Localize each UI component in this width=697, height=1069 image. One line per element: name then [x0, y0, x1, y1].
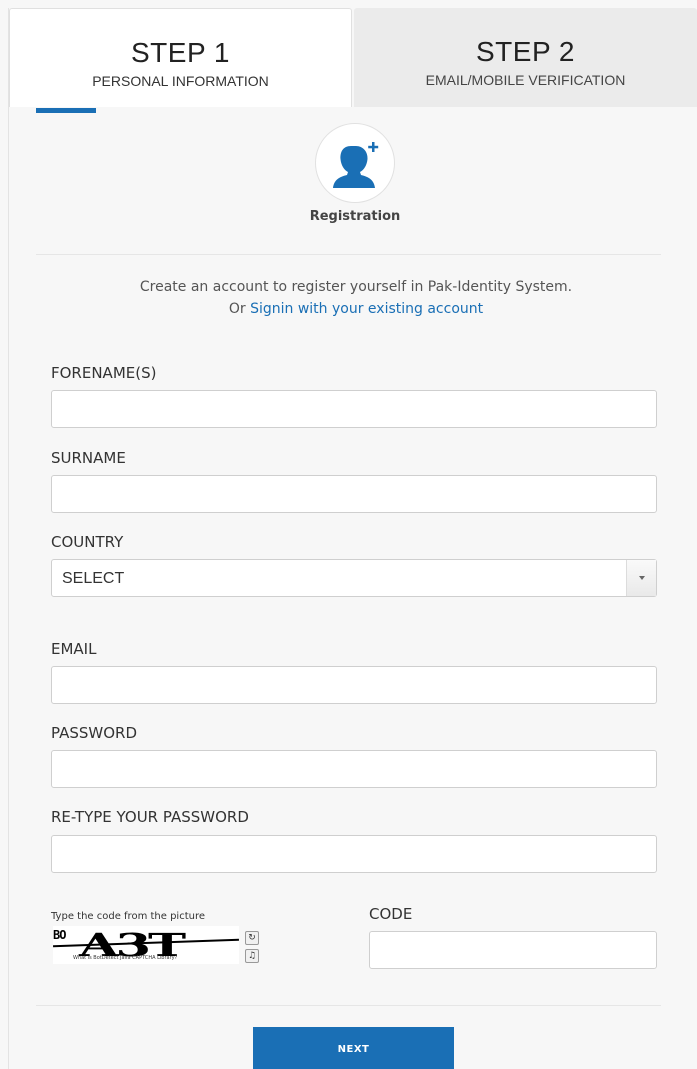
- divider: [36, 254, 661, 255]
- surname-input[interactable]: [51, 475, 657, 513]
- intro-text: Create an account to register yourself i…: [36, 276, 676, 320]
- email-input[interactable]: [51, 666, 657, 704]
- retype-password-input[interactable]: [51, 835, 657, 873]
- tab-step-2[interactable]: STEP 2 EMAIL/MOBILE VERIFICATION: [354, 8, 697, 107]
- captcha-image: BO A3T What is BotDetect Java CAPTCHA Li…: [53, 926, 239, 964]
- chevron-down-icon: [639, 576, 645, 580]
- reload-icon[interactable]: ↻: [245, 931, 259, 945]
- retype-password-label: RE-TYPE YOUR PASSWORD: [51, 808, 249, 826]
- password-input[interactable]: [51, 750, 657, 788]
- tab-step-1-title: STEP 1: [131, 37, 230, 68]
- captcha-code-input[interactable]: [369, 931, 657, 969]
- tab-step-2-subtitle: EMAIL/MOBILE VERIFICATION: [425, 72, 626, 88]
- country-select-value: SELECT: [62, 570, 125, 587]
- captcha-image-text-small: BO: [53, 928, 66, 942]
- speaker-icon[interactable]: ♫: [245, 949, 259, 963]
- signin-link[interactable]: Signin with your existing account: [250, 301, 483, 317]
- surname-label: SURNAME: [51, 449, 126, 467]
- add-user-icon: [333, 142, 379, 188]
- password-label: PASSWORD: [51, 724, 138, 742]
- registration-title: Registration: [309, 209, 401, 224]
- email-label: EMAIL: [51, 640, 97, 658]
- country-select[interactable]: SELECT: [51, 559, 657, 597]
- captcha-library-link[interactable]: What is BotDetect Java CAPTCHA Library?: [73, 955, 177, 961]
- intro-line-2: Or Signin with your existing account: [36, 298, 676, 320]
- forename-input[interactable]: [51, 390, 657, 428]
- country-dropdown-button[interactable]: [626, 560, 656, 596]
- code-label: CODE: [369, 905, 413, 923]
- registration-avatar: [315, 123, 395, 203]
- country-label: COUNTRY: [51, 533, 124, 551]
- divider: [36, 1005, 661, 1006]
- tab-step-1-subtitle: PERSONAL INFORMATION: [92, 73, 269, 89]
- tab-step-2-title: STEP 2: [476, 36, 575, 67]
- active-tab-indicator: [36, 108, 96, 113]
- intro-line-1: Create an account to register yourself i…: [139, 279, 573, 295]
- forename-label: FORENAME(S): [51, 364, 157, 382]
- captcha-instruction: Type the code from the picture: [51, 911, 205, 922]
- tab-step-1[interactable]: STEP 1 PERSONAL INFORMATION: [9, 8, 352, 107]
- intro-or: Or: [228, 301, 246, 317]
- next-button[interactable]: NEXT: [253, 1027, 454, 1069]
